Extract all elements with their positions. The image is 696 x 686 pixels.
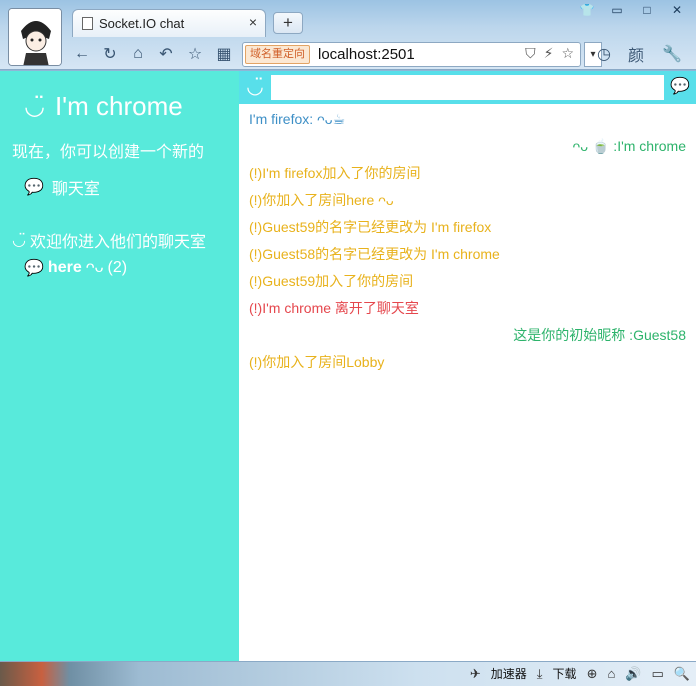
chat-bubble-icon: 💬 xyxy=(24,260,44,277)
favorite-icon[interactable]: ☆ xyxy=(185,44,205,64)
message-item: (!)你加入了房间Lobby xyxy=(249,354,385,370)
undo-close-icon[interactable]: ↶ xyxy=(156,44,176,64)
message-item: (!)I'm chrome 离开了聊天室 xyxy=(249,300,419,316)
document-icon xyxy=(82,17,93,30)
current-nickname: ◡̈ I'm chrome xyxy=(24,91,183,122)
chat-page: ◡̈ I'm chrome 现在，你可以创建一个新的 💬 聊天室 ◡̈ 欢迎你进… xyxy=(0,71,696,661)
nickname-text: I'm chrome xyxy=(54,91,183,121)
create-room-link[interactable]: 💬 聊天室 xyxy=(24,175,100,199)
message-item: (!)Guest58的名字已经更改为 I'm chrome xyxy=(249,246,500,262)
lightning-icon[interactable]: ⚡ xyxy=(544,45,554,62)
screen-icon[interactable]: ▭ xyxy=(652,666,664,682)
home-icon[interactable]: ⌂ xyxy=(128,44,148,64)
emoticon-icon: ᴖᴗ xyxy=(85,259,104,276)
navigation-toolbar: ← ↻ ⌂ ↶ ☆ ▦ 域名重定向 localhost:2501 ⛉ ⚡ ☆ ▾… xyxy=(66,38,696,70)
create-room-label: 聊天室 xyxy=(51,181,100,198)
message-item: (!)你加入了房间here ᴖᴗ xyxy=(249,192,394,208)
settings-wrench-icon[interactable]: 🔧 xyxy=(662,44,682,64)
welcome-label: 欢迎你进入他们的聊天室 xyxy=(29,234,206,251)
download-icon: ⤓ xyxy=(536,665,543,681)
message-item: ᴖᴗ 🍵 :I'm chrome xyxy=(572,138,686,154)
message-list: I'm firefox: ᴖᴗ☕ ᴖᴗ 🍵 :I'm chrome (!)I'm… xyxy=(239,107,696,377)
url-text[interactable]: localhost:2501 xyxy=(318,46,415,63)
speaker-icon[interactable]: 🔊 xyxy=(625,666,641,682)
download-button[interactable]: 下载 xyxy=(553,665,577,682)
smile-face-icon: ◡̈ xyxy=(24,93,45,120)
room-item-here[interactable]: 💬 here ᴖᴗ (2) xyxy=(24,258,127,278)
skin-icon[interactable]: 👕 xyxy=(572,0,602,20)
message-item: 这是你的初始昵称 :Guest58 xyxy=(513,327,686,343)
new-tab-button[interactable]: + xyxy=(273,12,303,34)
shield-icon[interactable]: ⛉ xyxy=(525,45,536,62)
rocket-icon: ✈ xyxy=(469,665,481,681)
message-item: I'm firefox: ᴖᴗ☕ xyxy=(249,111,346,127)
chat-main: ◡̈ 💬 I'm firefox: ᴖᴗ☕ ᴖᴗ 🍵 :I'm chrome (… xyxy=(239,71,696,661)
tab-title: Socket.IO chat xyxy=(99,16,185,31)
maximize-icon[interactable]: □ xyxy=(632,0,662,20)
room-user-count: (2) xyxy=(107,259,128,276)
apps-grid-icon[interactable]: ▦ xyxy=(214,44,234,64)
minimize-icon[interactable]: ▭ xyxy=(602,0,632,20)
user-avatar[interactable] xyxy=(8,8,62,66)
message-item: (!)I'm firefox加入了你的房间 xyxy=(249,165,421,181)
back-icon[interactable]: ← xyxy=(72,44,92,64)
message-item: (!)Guest59的名字已经更改为 I'm firefox xyxy=(249,219,492,235)
smile-face-icon: ◡̈ xyxy=(12,232,26,249)
add-icon[interactable]: ⊕ xyxy=(587,666,598,682)
status-bar: ✈ 加速器 ⤓ 下载 ⊕ ⌂ 🔊 ▭ 🔍 xyxy=(0,661,696,686)
accelerator-button[interactable]: 加速器 xyxy=(491,665,527,682)
message-input[interactable] xyxy=(271,75,664,100)
send-message-icon[interactable]: 💬 xyxy=(669,77,691,97)
browser-chrome: Socket.IO chat × + 👕 ▭ □ ✕ ← ↻ ⌂ ↶ ☆ ▦ 域… xyxy=(0,0,696,70)
bookmark-star-icon[interactable]: ☆ xyxy=(561,45,574,62)
tab-socketio-chat[interactable]: Socket.IO chat × xyxy=(72,9,266,37)
redirect-badge[interactable]: 域名重定向 xyxy=(245,45,310,64)
skin-color-icon[interactable]: 颜 xyxy=(626,44,646,65)
welcome-text: ◡̈ 欢迎你进入他们的聊天室 xyxy=(12,228,206,252)
sidebar: ◡̈ I'm chrome 现在，你可以创建一个新的 💬 聊天室 ◡̈ 欢迎你进… xyxy=(0,71,239,661)
close-window-icon[interactable]: ✕ xyxy=(662,0,692,20)
create-room-intro: 现在，你可以创建一个新的 xyxy=(12,144,205,161)
refresh-icon[interactable]: ↻ xyxy=(100,44,120,64)
trash-icon[interactable]: ⌂ xyxy=(607,666,615,681)
address-bar[interactable]: 域名重定向 localhost:2501 ⛉ ⚡ ☆ xyxy=(242,42,581,67)
window-controls: 👕 ▭ □ ✕ xyxy=(572,0,692,20)
tab-close-icon[interactable]: × xyxy=(249,14,257,30)
emoji-picker-icon[interactable]: ◡̈ xyxy=(243,75,267,99)
message-item: (!)Guest59加入了你的房间 xyxy=(249,273,414,289)
zoom-icon[interactable]: 🔍 xyxy=(674,666,690,682)
room-name: here xyxy=(47,259,82,276)
history-clock-icon[interactable]: ◷ xyxy=(594,44,614,64)
message-input-bar: ◡̈ 💬 xyxy=(239,71,696,104)
chat-bubble-icon: 💬 xyxy=(24,179,44,196)
